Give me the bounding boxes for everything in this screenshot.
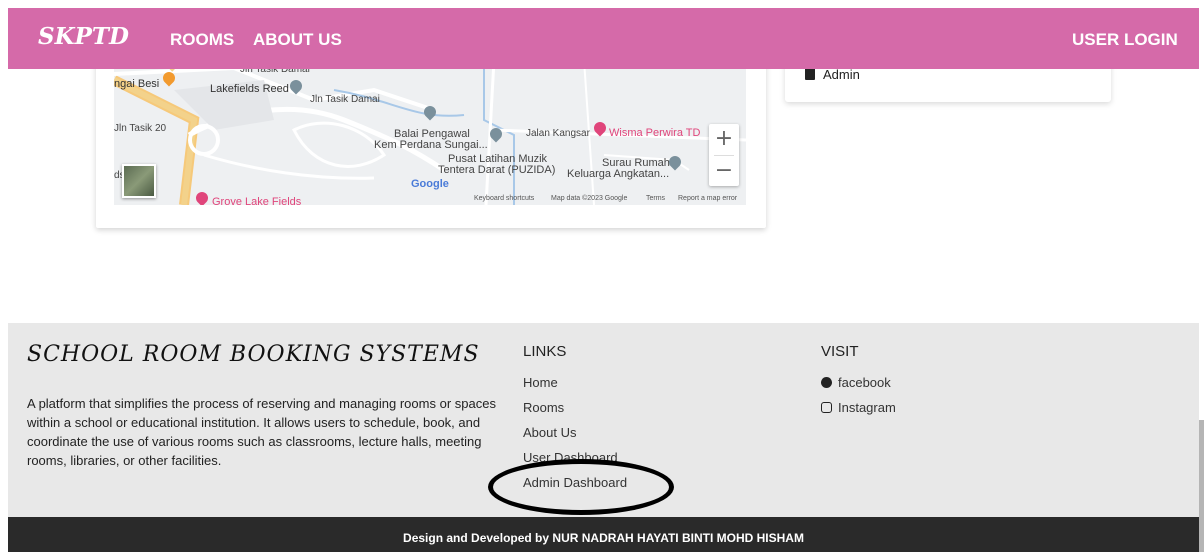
embedded-map[interactable]: Jln Tasik Damai Lakefields Reed Jln Tasi…	[114, 60, 746, 205]
highlight-circle	[488, 459, 674, 515]
zoom-out-button[interactable]: −	[709, 156, 739, 186]
map-label: Kem Perdana Sungai...	[374, 139, 488, 151]
nav-about-us[interactable]: ABOUT US	[253, 30, 342, 50]
map-poi: Grove Lake Fields	[212, 196, 302, 205]
report-map-error-link[interactable]: Report a map error	[678, 195, 737, 202]
credit-bar: Design and Developed by NUR NADRAH HAYAT…	[8, 517, 1199, 552]
zoom-controls: + −	[709, 124, 739, 186]
links-heading: LINKS	[523, 343, 567, 360]
google-logo: Google	[411, 178, 449, 190]
admin-label: Admin	[823, 67, 860, 82]
top-navbar: SKPTD ROOMS ABOUT US USER LOGIN	[8, 8, 1199, 69]
map-label: Jln Tasik 20	[114, 123, 167, 134]
instagram-icon	[821, 402, 832, 413]
map-data-text: Map data ©2023 Google	[551, 195, 628, 202]
map-label: Keluarga Angkatan...	[567, 168, 670, 180]
user-icon	[805, 68, 815, 80]
credit-text: Design and Developed by NUR NADRAH HAYAT…	[403, 531, 804, 545]
admin-entry: Admin	[805, 67, 860, 82]
footer-title: SCHOOL ROOM BOOKING SYSTEMS	[27, 342, 480, 367]
map-label: Jln Tasik Damai	[310, 94, 380, 105]
visit-heading: VISIT	[821, 343, 859, 360]
map-label: Lakefields Reed	[210, 83, 289, 95]
map-card: Jln Tasik Damai Lakefields Reed Jln Tasi…	[96, 60, 766, 228]
footer-link-home[interactable]: Home	[523, 375, 558, 390]
map-label: ngai Besi	[114, 78, 160, 90]
brand-logo[interactable]: SKPTD	[38, 23, 129, 50]
keyboard-shortcuts-link[interactable]: Keyboard shortcuts	[474, 195, 534, 202]
map-poi: Wisma Perwira TD	[609, 127, 701, 139]
map-label: Jalan Kangsar	[526, 128, 590, 139]
zoom-in-button[interactable]: +	[709, 124, 739, 154]
terms-link[interactable]: Terms	[646, 195, 665, 202]
instagram-link[interactable]: Instagram	[821, 400, 896, 415]
footer-link-about-us[interactable]: About Us	[523, 425, 576, 440]
satellite-toggle[interactable]	[122, 164, 156, 198]
footer-description: A platform that simplifies the process o…	[27, 396, 496, 468]
map-label: Tentera Darat (PUZIDA)	[438, 164, 556, 176]
nav-user-login[interactable]: USER LOGIN	[1072, 30, 1178, 50]
footer-link-rooms[interactable]: Rooms	[523, 400, 564, 415]
facebook-icon	[821, 377, 832, 388]
facebook-link[interactable]: facebook	[821, 375, 891, 390]
nav-rooms[interactable]: ROOMS	[170, 30, 234, 50]
scrollbar[interactable]	[1199, 420, 1204, 552]
